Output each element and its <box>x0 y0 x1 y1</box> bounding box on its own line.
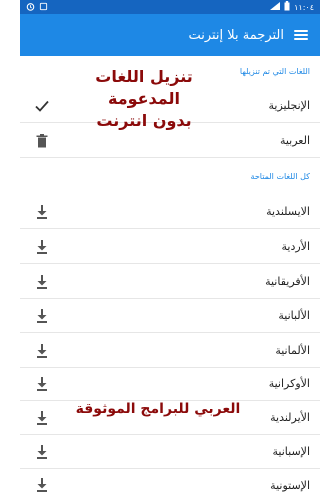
status-bar-right: ١١:٠٤ <box>270 1 314 13</box>
download-icon[interactable] <box>30 304 54 328</box>
download-icon[interactable] <box>30 270 54 294</box>
watermark-text: العربي للبرامج الموثوقة <box>75 401 241 417</box>
status-bar: ١١:٠٤ <box>20 0 320 14</box>
language-label: الأوكرانية <box>268 377 310 390</box>
language-label: الإستونية <box>270 478 310 492</box>
alarm-icon <box>26 2 35 13</box>
promo-line: بدون انترنت <box>96 111 192 130</box>
download-icon[interactable] <box>30 200 54 224</box>
promo-line: المدعومة <box>107 89 181 108</box>
list-item-albanian[interactable]: الألبانية <box>20 299 320 333</box>
language-label: الألمانية <box>275 344 310 357</box>
language-label: الإسبانية <box>272 445 311 458</box>
checkmark-icon <box>30 94 54 118</box>
battery-icon <box>284 1 290 13</box>
language-label: الأردية <box>281 240 311 253</box>
language-label: الأفريقانية <box>265 275 310 288</box>
menu-icon[interactable] <box>294 30 308 40</box>
list-item-spanish[interactable]: الإسبانية <box>20 435 320 469</box>
list-item-afrikaans[interactable]: الأفريقانية <box>20 265 320 299</box>
signal-icon <box>270 2 281 12</box>
list-item-urdu[interactable]: الأردية <box>20 230 320 264</box>
language-label: الألبانية <box>278 309 310 322</box>
list-item-icelandic[interactable]: الايسلندية <box>20 195 320 229</box>
language-label: الايسلندية <box>266 205 310 218</box>
all-languages-header: كل اللغات المتاحة <box>250 172 310 181</box>
download-icon[interactable] <box>30 473 54 497</box>
promo-overlay-text: تنزيل اللغات المدعومة بدون انترنت <box>92 66 196 132</box>
list-item-estonian[interactable]: الإستونية <box>20 468 320 502</box>
list-item-german[interactable]: الألمانية <box>20 334 320 368</box>
download-icon[interactable] <box>30 372 54 396</box>
download-icon[interactable] <box>30 440 54 464</box>
clock-time: ١١:٠٤ <box>294 2 314 12</box>
status-bar-left <box>26 2 48 13</box>
app-bar: الترجمة بلا إنترنت <box>20 14 320 56</box>
status-icon <box>39 2 48 13</box>
language-label: العربية <box>279 134 310 147</box>
list-item-ukrainian[interactable]: الأوكرانية <box>20 367 320 401</box>
trash-icon[interactable] <box>30 129 54 153</box>
download-icon[interactable] <box>30 406 54 430</box>
download-icon[interactable] <box>30 339 54 363</box>
page-title: الترجمة بلا إنترنت <box>188 27 284 43</box>
download-icon[interactable] <box>30 235 54 259</box>
promo-line: تنزيل اللغات <box>95 67 193 86</box>
